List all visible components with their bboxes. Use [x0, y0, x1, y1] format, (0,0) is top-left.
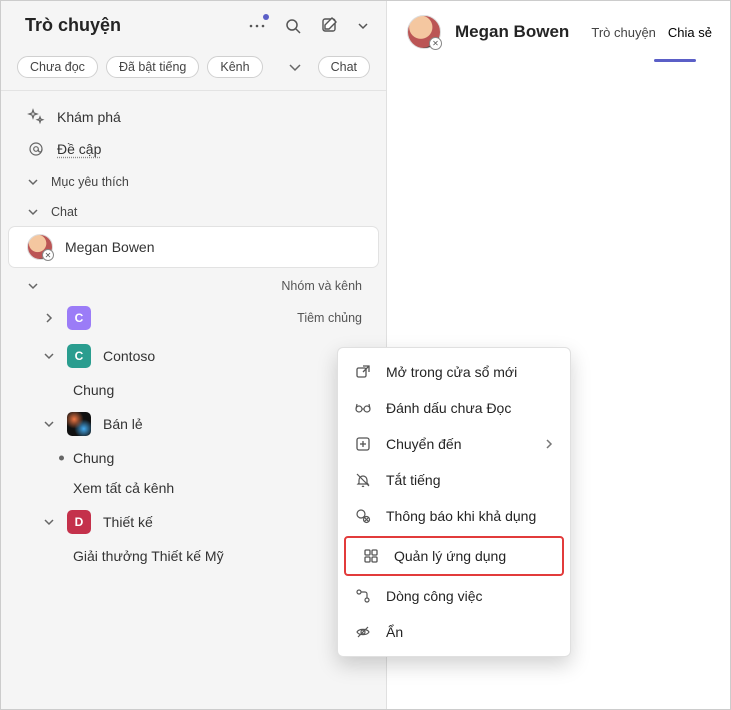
- flow-icon: [354, 587, 372, 605]
- section-groups[interactable]: Nhóm và kênh: [1, 269, 386, 299]
- menu-manage-apps[interactable]: Quản lý ứng dụng: [344, 536, 564, 576]
- divider: [1, 90, 386, 91]
- filters-expand-icon[interactable]: [288, 60, 310, 74]
- menu-notify-available[interactable]: Thông báo khi khả dụng: [338, 498, 570, 534]
- filter-chat[interactable]: Chat: [318, 56, 370, 78]
- chevron-down-icon: [27, 206, 39, 218]
- nav-discover-label: Khám phá: [57, 109, 121, 125]
- chat-item-megan[interactable]: ✕ Megan Bowen: [9, 227, 378, 267]
- menu-hide[interactable]: Ẩn: [338, 614, 570, 650]
- menu-open-new-window[interactable]: Mở trong cửa sổ mới: [338, 354, 570, 390]
- chevron-right-icon: [43, 312, 55, 324]
- tab-chat[interactable]: Trò chuyện: [589, 21, 658, 44]
- left-pane: Trò chuyện Chưa đọc Đã bật tiếng: [1, 1, 387, 709]
- channel-design-award[interactable]: Giải thưởng Thiết kế Mỹ: [1, 541, 386, 571]
- team-design[interactable]: D Thiết kế: [1, 503, 386, 541]
- channel-retail-all[interactable]: Xem tất cả kênh: [1, 473, 386, 503]
- avatar: ✕: [407, 15, 441, 49]
- team-violet[interactable]: C Tiêm chủng: [1, 299, 386, 337]
- channel-label: Xem tất cả kênh: [73, 480, 174, 496]
- chevron-down-icon: [43, 350, 55, 362]
- section-groups-label: Nhóm và kênh: [281, 279, 372, 293]
- plus-box-icon: [354, 435, 372, 453]
- team-icon: C: [67, 344, 91, 368]
- conversation-tabs: Trò chuyện Chia sẻ: [589, 21, 714, 44]
- team-design-label: Thiết kế: [103, 514, 153, 530]
- chevron-down-icon: [43, 418, 55, 430]
- team-contoso[interactable]: C Contoso: [1, 337, 386, 375]
- section-favorites-label: Mục yêu thích: [51, 175, 129, 189]
- apps-icon: [362, 547, 380, 565]
- team-contoso-label: Contoso: [103, 348, 155, 364]
- menu-label: Thông báo khi khả dụng: [386, 508, 536, 524]
- context-menu: Mở trong cửa sổ mới Đánh dấu chưa Đọc Ch…: [337, 347, 571, 657]
- chat-header: Trò chuyện: [1, 1, 386, 50]
- nav-list: Khám phá Đề cập Mục yêu thích Chat: [1, 95, 386, 709]
- compose-chevron-icon[interactable]: [358, 21, 368, 31]
- channel-retail-general[interactable]: Chung: [1, 443, 386, 473]
- menu-mark-unread[interactable]: Đánh dấu chưa Đọc: [338, 390, 570, 426]
- filter-channels[interactable]: Kênh: [207, 56, 262, 78]
- menu-label: Quản lý ứng dụng: [394, 548, 506, 564]
- filter-row: Chưa đọc Đã bật tiếng Kênh Chat: [1, 50, 386, 90]
- filter-unread[interactable]: Chưa đọc: [17, 56, 98, 78]
- eye-off-icon: [354, 623, 372, 641]
- channel-contoso-general[interactable]: Chung: [1, 375, 386, 405]
- conversation-header: ✕ Megan Bowen Trò chuyện Chia sẻ: [387, 1, 730, 59]
- tab-underline: [654, 59, 696, 62]
- channel-label: Chung: [73, 450, 114, 466]
- notification-dot: [263, 14, 269, 20]
- bell-off-icon: [354, 471, 372, 489]
- menu-workflow[interactable]: Dòng công việc: [338, 578, 570, 614]
- menu-label: Chuyển đến: [386, 436, 462, 452]
- menu-label: Ẩn: [386, 624, 403, 640]
- tab-share[interactable]: Chia sẻ: [666, 21, 714, 44]
- search-icon[interactable]: [284, 17, 302, 35]
- menu-label: Tắt tiếng: [386, 472, 440, 488]
- team-retail[interactable]: Bán lẻ: [1, 405, 386, 443]
- team-icon: D: [67, 510, 91, 534]
- nav-mentions[interactable]: Đề cập: [1, 133, 386, 165]
- nav-discover[interactable]: Khám phá: [1, 101, 386, 133]
- chevron-down-icon: [43, 516, 55, 528]
- menu-label: Mở trong cửa sổ mới: [386, 364, 517, 380]
- chevron-right-icon: [544, 439, 554, 449]
- menu-label: Đánh dấu chưa Đọc: [386, 400, 511, 416]
- more-options-button[interactable]: [248, 17, 266, 35]
- section-chat-label: Chat: [51, 205, 77, 219]
- glasses-icon: [354, 399, 372, 417]
- channel-label: Giải thưởng Thiết kế Mỹ: [73, 548, 224, 564]
- chevron-down-icon: [27, 280, 39, 292]
- team-retail-label: Bán lẻ: [103, 416, 143, 432]
- presence-badge-icon: ✕: [429, 37, 442, 50]
- conversation-title: Megan Bowen: [455, 22, 575, 42]
- menu-label: Dòng công việc: [386, 588, 483, 604]
- filter-unmuted[interactable]: Đã bật tiếng: [106, 56, 199, 78]
- section-chat[interactable]: Chat: [1, 195, 386, 225]
- channel-label: Chung: [73, 382, 114, 398]
- menu-move-to[interactable]: Chuyển đến: [338, 426, 570, 462]
- popout-icon: [354, 363, 372, 381]
- page-title: Trò chuyện: [25, 15, 248, 36]
- nav-mentions-label: Đề cập: [57, 141, 101, 157]
- menu-mute[interactable]: Tắt tiếng: [338, 462, 570, 498]
- presence-notify-icon: [354, 507, 372, 525]
- avatar: ✕: [27, 234, 53, 260]
- chevron-down-icon: [27, 176, 39, 188]
- at-icon: [27, 140, 45, 158]
- team-icon: C: [67, 306, 91, 330]
- team-icon: [67, 412, 91, 436]
- compose-button[interactable]: [320, 16, 340, 36]
- chat-item-label: Megan Bowen: [65, 239, 155, 255]
- team-violet-label: Tiêm chủng: [297, 311, 372, 325]
- sparkle-icon: [27, 108, 45, 126]
- section-favorites[interactable]: Mục yêu thích: [1, 165, 386, 195]
- presence-badge-icon: ✕: [42, 249, 54, 261]
